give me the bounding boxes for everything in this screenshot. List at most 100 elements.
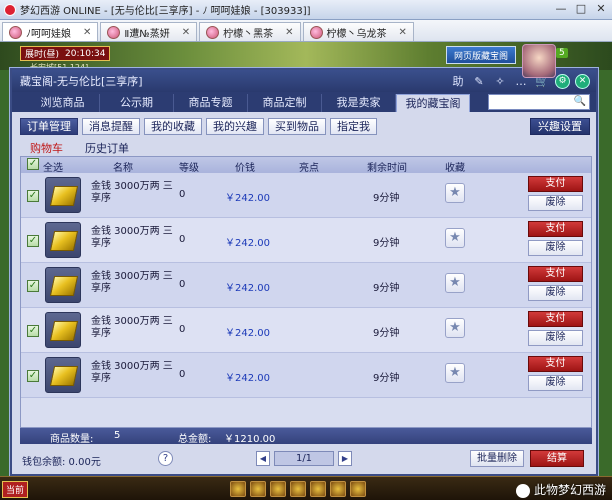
- app-icon: [4, 3, 16, 16]
- prev-page-button[interactable]: ◀: [256, 451, 270, 466]
- checkout-button[interactable]: 结算: [530, 450, 584, 467]
- skill-slot-icon[interactable]: [290, 481, 306, 497]
- game-tab-3[interactable]: 柠檬丶黑茶 ✕: [199, 22, 301, 41]
- main-tabs: 浏览商品 公示期 商品专题 商品定制 我是卖家 我的藏宝阁 🔍: [12, 92, 596, 112]
- skill-slots: [230, 481, 366, 497]
- tab-seller[interactable]: 我是卖家: [322, 94, 396, 112]
- delete-button[interactable]: 废除: [528, 285, 583, 301]
- gear-icon[interactable]: ⚙: [555, 73, 570, 89]
- subtab-favorites[interactable]: 我的收藏: [144, 118, 202, 135]
- delete-button[interactable]: 废除: [528, 195, 583, 211]
- row-checkbox[interactable]: ✓: [27, 190, 39, 202]
- player-avatar[interactable]: [522, 44, 556, 78]
- game-tab-2[interactable]: Ⅱ遭№蒸妍 ✕: [100, 22, 198, 41]
- game-tab-4[interactable]: 柠檬丶乌龙茶 ✕: [302, 22, 414, 41]
- sub-tabs: 订单管理 消息提醒 我的收藏 我的兴趣 买到物品 指定我: [20, 118, 377, 135]
- page-indicator: 1/1: [274, 451, 334, 466]
- current-channel-button[interactable]: 当前: [2, 481, 29, 498]
- gold-ingot-icon: [45, 222, 81, 258]
- maximize-button[interactable]: □: [574, 2, 588, 15]
- edit-icon[interactable]: ✎: [471, 73, 487, 89]
- history-orders-tab[interactable]: 历史订单: [85, 140, 129, 156]
- row-checkbox[interactable]: ✓: [27, 370, 39, 382]
- help-button[interactable]: 助: [450, 73, 466, 89]
- table-row: ✓ 金钱 3000万两 三享序 0 ￥242.00 9分钟 ★ 支付 废除: [21, 353, 591, 398]
- close-tab-icon[interactable]: ✕: [285, 27, 293, 38]
- close-tab-icon[interactable]: ✕: [182, 27, 190, 38]
- subtab-interests[interactable]: 我的兴趣: [206, 118, 264, 135]
- cart-tab[interactable]: 购物车: [30, 140, 63, 156]
- star-icon[interactable]: ★: [445, 273, 465, 293]
- hud-overlay: 5: [0, 42, 612, 78]
- feather-icon[interactable]: ✧: [492, 73, 508, 89]
- interest-settings-button[interactable]: 兴趣设置: [530, 118, 590, 135]
- pay-button[interactable]: 支付: [528, 221, 583, 237]
- pay-button[interactable]: 支付: [528, 176, 583, 192]
- row-checkbox[interactable]: ✓: [27, 280, 39, 292]
- pay-button[interactable]: 支付: [528, 266, 583, 282]
- treasure-pavilion-panel: 藏宝阁-无与伦比[三享序] 助 ✎ ✧ … 🛒 5 ⚙ ✕ 浏览商品 公示期 商…: [10, 68, 598, 476]
- search-input[interactable]: 🔍: [488, 94, 590, 110]
- delete-button[interactable]: 废除: [528, 330, 583, 346]
- skill-slot-icon[interactable]: [270, 481, 286, 497]
- table-body: ✓ 金钱 3000万两 三享序 0 ￥242.00 9分钟 ★ 支付 废除 ✓ …: [21, 173, 591, 399]
- game-tab-1[interactable]: ﾉ呵呵娃娘 ✕: [2, 22, 99, 41]
- row-checkbox[interactable]: ✓: [27, 325, 39, 337]
- window-title: 梦幻西游 ONLINE - [无与伦比[三享序] - ﾉ 呵呵娃娘 - [303…: [20, 6, 311, 17]
- skill-slot-icon[interactable]: [310, 481, 326, 497]
- skill-slot-icon[interactable]: [350, 481, 366, 497]
- item-level: 0: [179, 234, 186, 245]
- game-tab-label: 柠檬丶乌龙茶: [326, 28, 387, 40]
- help-icon[interactable]: ?: [158, 451, 173, 466]
- total-amount-label: 总金额:: [178, 434, 212, 445]
- gold-ingot-icon: [45, 267, 81, 303]
- subtab-messages[interactable]: 消息提醒: [82, 118, 140, 135]
- next-page-button[interactable]: ▶: [338, 451, 352, 466]
- total-amount: ￥1210.00: [224, 434, 276, 445]
- subtab-bought[interactable]: 买到物品: [268, 118, 326, 135]
- tab-custom[interactable]: 商品定制: [248, 94, 322, 112]
- subtab-orders[interactable]: 订单管理: [20, 118, 78, 135]
- subtab-designated[interactable]: 指定我: [330, 118, 377, 135]
- star-icon[interactable]: ★: [445, 228, 465, 248]
- delete-button[interactable]: 废除: [528, 375, 583, 391]
- close-tab-icon[interactable]: ✕: [399, 27, 407, 38]
- skill-slot-icon[interactable]: [330, 481, 346, 497]
- close-tab-icon[interactable]: ✕: [83, 27, 91, 38]
- tab-publicity[interactable]: 公示期: [100, 94, 174, 112]
- tab-topics[interactable]: 商品专题: [174, 94, 248, 112]
- item-price: ￥242.00: [225, 328, 270, 339]
- table-row: ✓ 金钱 3000万两 三享序 0 ￥242.00 9分钟 ★ 支付 废除: [21, 308, 591, 353]
- table-row: ✓ 金钱 3000万两 三享序 0 ￥242.00 9分钟 ★ 支付 废除: [21, 218, 591, 263]
- star-icon[interactable]: ★: [445, 363, 465, 383]
- tab-browse[interactable]: 浏览商品: [26, 94, 100, 112]
- item-name: 金钱 3000万两 三享序: [91, 226, 173, 249]
- header-select-all: 全选: [43, 163, 63, 174]
- tab-my-pavilion[interactable]: 我的藏宝阁: [396, 94, 470, 112]
- item-price: ￥242.00: [225, 193, 270, 204]
- search-icon[interactable]: 🔍: [574, 96, 586, 107]
- delete-button[interactable]: 废除: [528, 240, 583, 256]
- close-window-button[interactable]: ✕: [594, 2, 608, 15]
- item-remaining: 9分钟: [373, 373, 400, 384]
- star-icon[interactable]: ★: [445, 318, 465, 338]
- row-checkbox[interactable]: ✓: [27, 235, 39, 247]
- skill-slot-icon[interactable]: [250, 481, 266, 497]
- item-remaining: 9分钟: [373, 283, 400, 294]
- item-price: ￥242.00: [225, 238, 270, 249]
- select-all-checkbox[interactable]: ✓: [27, 158, 39, 170]
- game-tab-label: Ⅱ遭№蒸妍: [124, 28, 170, 40]
- header-highlight: 亮点: [299, 163, 319, 174]
- item-remaining: 9分钟: [373, 193, 400, 204]
- pay-button[interactable]: 支付: [528, 356, 583, 372]
- cart-history-toggle: 购物车 历史订单: [30, 140, 129, 156]
- watermark-text: 此物梦幻西游: [533, 483, 606, 497]
- gold-ingot-icon: [45, 312, 81, 348]
- bulk-delete-button[interactable]: 批量删除: [470, 450, 524, 467]
- pay-button[interactable]: 支付: [528, 311, 583, 327]
- minimize-button[interactable]: —: [554, 2, 568, 15]
- skill-slot-icon[interactable]: [230, 481, 246, 497]
- game-account-tabs: ﾉ呵呵娃娘 ✕ Ⅱ遭№蒸妍 ✕ 柠檬丶黑茶 ✕ 柠檬丶乌龙茶 ✕: [0, 20, 612, 42]
- close-icon[interactable]: ✕: [575, 73, 590, 89]
- star-icon[interactable]: ★: [445, 183, 465, 203]
